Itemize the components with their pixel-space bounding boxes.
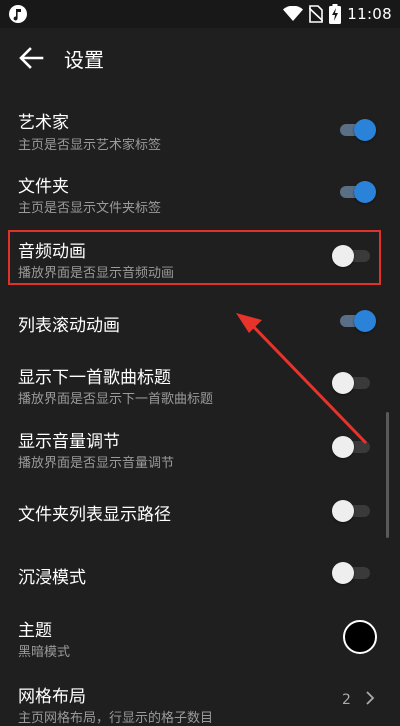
status-bar: 11:08 <box>0 0 400 28</box>
theme-color-swatch[interactable] <box>343 620 377 654</box>
music-app-icon <box>9 5 27 23</box>
wifi-icon <box>283 6 304 21</box>
folder-toggle[interactable] <box>336 180 376 204</box>
toolbar: 设置 <box>0 28 400 88</box>
setting-subtitle: 播放界面是否显示音量调节 <box>18 456 175 471</box>
setting-subtitle: 播放界面是否显示下一首歌曲标题 <box>18 392 214 407</box>
setting-title: 列表滚动动画 <box>18 316 120 336</box>
no-sim-icon <box>309 5 324 23</box>
immersive-mode-toggle[interactable] <box>332 561 372 585</box>
setting-row-artist[interactable]: 艺术家 主页是否显示艺术家标签 <box>0 102 400 160</box>
setting-subtitle: 主页是否显示文件夹标签 <box>18 201 162 216</box>
page-title: 设置 <box>64 48 104 72</box>
folder-path-toggle[interactable] <box>332 499 372 523</box>
setting-title: 艺术家 <box>18 113 69 133</box>
setting-title: 文件夹 <box>18 177 69 197</box>
setting-subtitle: 黑暗模式 <box>18 645 71 660</box>
setting-row-folder-path[interactable]: 文件夹列表显示路径 <box>0 488 400 534</box>
setting-title: 主题 <box>18 621 52 641</box>
setting-row-theme[interactable]: 主题 黑暗模式 <box>0 610 400 666</box>
battery-charging-icon <box>329 4 342 24</box>
list-scroll-animation-toggle[interactable] <box>336 309 376 333</box>
highlight-box <box>8 230 381 285</box>
next-song-title-toggle[interactable] <box>332 371 372 395</box>
setting-row-volume-control[interactable]: 显示音量调节 播放界面是否显示音量调节 <box>0 422 400 478</box>
artist-toggle[interactable] <box>336 118 376 142</box>
setting-row-grid-layout[interactable]: 网格布局 主页网格布局，行显示的格子数目 <box>0 678 400 726</box>
setting-title: 网格布局 <box>18 687 86 707</box>
setting-title: 沉浸模式 <box>18 568 86 588</box>
setting-row-folder[interactable]: 文件夹 主页是否显示文件夹标签 <box>0 167 400 225</box>
setting-row-immersive-mode[interactable]: 沉浸模式 <box>0 550 400 596</box>
setting-title: 显示音量调节 <box>18 432 120 452</box>
volume-control-toggle[interactable] <box>332 435 372 459</box>
setting-row-list-scroll-animation[interactable]: 列表滚动动画 <box>0 298 400 344</box>
setting-title: 显示下一首歌曲标题 <box>18 368 171 388</box>
chevron-right-icon[interactable] <box>364 690 376 706</box>
setting-title: 文件夹列表显示路径 <box>18 505 171 525</box>
back-arrow-icon[interactable] <box>18 46 44 70</box>
setting-subtitle: 主页是否显示艺术家标签 <box>18 138 162 153</box>
scrollbar-thumb[interactable] <box>386 412 389 538</box>
status-time: 11:08 <box>347 5 392 23</box>
setting-row-next-song-title[interactable]: 显示下一首歌曲标题 播放界面是否显示下一首歌曲标题 <box>0 358 400 414</box>
grid-layout-value: 2 <box>342 692 351 708</box>
